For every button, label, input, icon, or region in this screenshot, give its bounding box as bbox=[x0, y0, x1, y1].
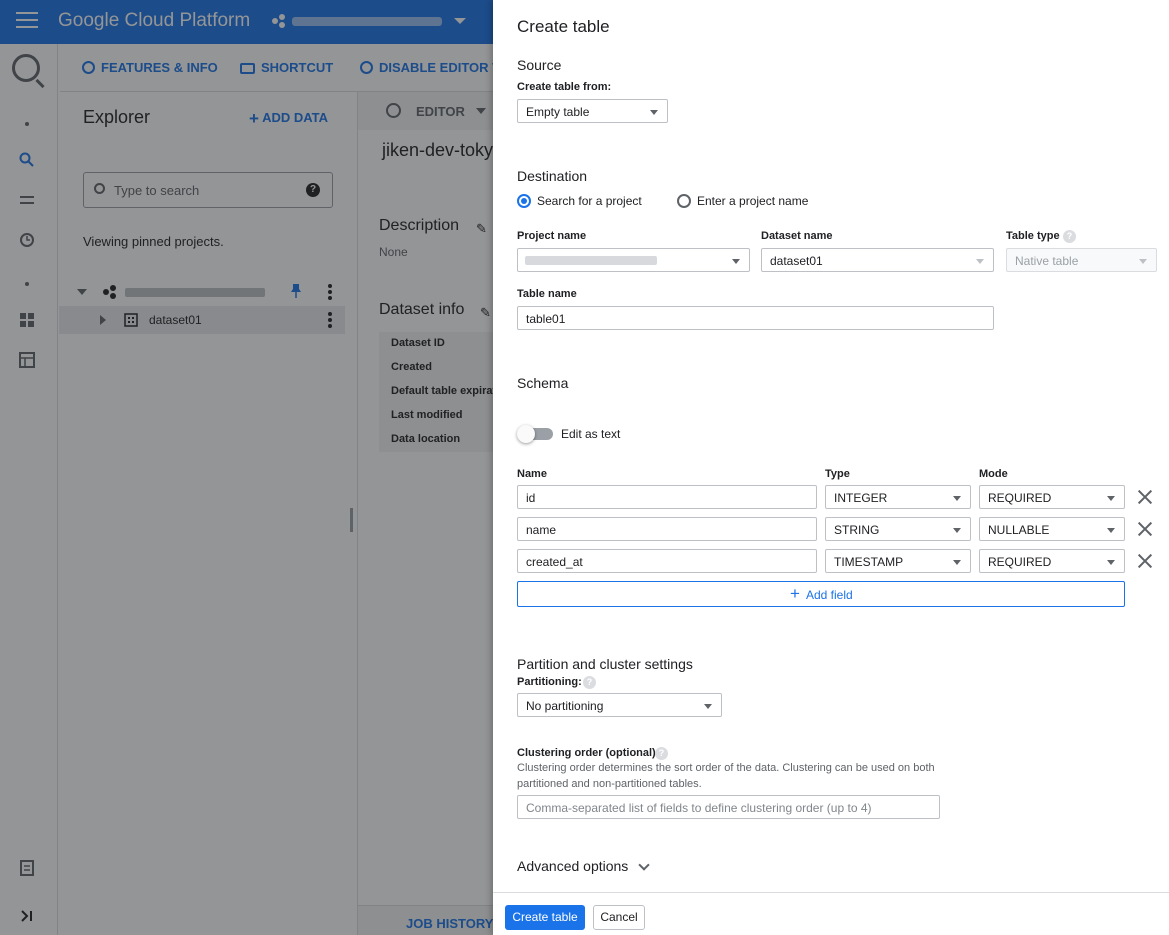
dropdown-arrow-icon bbox=[704, 704, 712, 709]
table-name-value: table01 bbox=[526, 312, 566, 326]
radio-enter-project-label[interactable]: Enter a project name bbox=[697, 194, 808, 208]
destination-heading: Destination bbox=[517, 168, 588, 184]
dropdown-arrow-icon bbox=[732, 259, 740, 264]
schema-field-type: INTEGER bbox=[834, 491, 888, 505]
radio-search-project-label[interactable]: Search for a project bbox=[537, 194, 642, 208]
chevron-down-icon[interactable] bbox=[638, 859, 650, 871]
project-name-redacted bbox=[525, 256, 657, 265]
help-icon[interactable]: ? bbox=[1063, 230, 1076, 243]
schema-col-type: Type bbox=[825, 468, 850, 480]
table-name-input[interactable]: table01 bbox=[517, 306, 994, 330]
help-icon[interactable]: ? bbox=[655, 747, 668, 760]
schema-field-name: name bbox=[526, 523, 557, 537]
add-field-label: Add field bbox=[806, 588, 853, 602]
create-table-button[interactable]: Create table bbox=[505, 905, 585, 930]
schema-field-mode: REQUIRED bbox=[988, 555, 1052, 569]
schema-col-name: Name bbox=[517, 468, 547, 480]
create-from-value: Empty table bbox=[526, 105, 590, 119]
dropdown-arrow-icon bbox=[1107, 560, 1115, 565]
create-from-label: Create table from: bbox=[517, 81, 612, 93]
table-type-label: Table type bbox=[1006, 230, 1060, 242]
dropdown-arrow-icon bbox=[976, 259, 984, 264]
dropdown-arrow-icon bbox=[650, 110, 658, 115]
project-name-label: Project name bbox=[517, 230, 587, 242]
dropdown-arrow-icon bbox=[953, 560, 961, 565]
schema-field-mode: NULLABLE bbox=[988, 523, 1050, 537]
clustering-placeholder: Comma-separated list of fields to define… bbox=[526, 801, 872, 815]
schema-field-mode-select[interactable]: NULLABLE bbox=[979, 517, 1125, 541]
dropdown-arrow-icon bbox=[953, 496, 961, 501]
schema-field-type-select[interactable]: INTEGER bbox=[825, 485, 971, 509]
drawer-footer: Create table Cancel bbox=[493, 892, 1169, 935]
dropdown-arrow-icon bbox=[1139, 259, 1147, 264]
advanced-options-label: Advanced options bbox=[517, 858, 629, 874]
add-field-button[interactable]: + Add field bbox=[517, 581, 1125, 607]
clustering-input[interactable]: Comma-separated list of fields to define… bbox=[517, 795, 940, 819]
schema-field-type: TIMESTAMP bbox=[834, 555, 904, 569]
create-table-drawer: Create table Source Create table from: E… bbox=[493, 0, 1169, 935]
schema-field-mode-select[interactable]: REQUIRED bbox=[979, 485, 1125, 509]
table-type-select: Native table bbox=[1006, 248, 1157, 272]
dropdown-arrow-icon bbox=[1107, 496, 1115, 501]
modal-scrim[interactable] bbox=[0, 0, 493, 935]
schema-field-type-select[interactable]: STRING bbox=[825, 517, 971, 541]
partitioning-select[interactable]: No partitioning bbox=[517, 693, 722, 717]
toggle-thumb bbox=[517, 425, 535, 443]
schema-field-name-input[interactable]: id bbox=[517, 485, 817, 509]
radio-search-project[interactable] bbox=[517, 194, 531, 208]
cancel-button[interactable]: Cancel bbox=[593, 905, 645, 930]
table-name-label: Table name bbox=[517, 288, 577, 300]
partitioning-value: No partitioning bbox=[526, 699, 604, 713]
drawer-title: Create table bbox=[517, 17, 610, 36]
schema-field-mode: REQUIRED bbox=[988, 491, 1052, 505]
help-icon[interactable]: ? bbox=[583, 676, 596, 689]
radio-enter-project[interactable] bbox=[677, 194, 691, 208]
schema-field-name: created_at bbox=[526, 555, 583, 569]
source-heading: Source bbox=[517, 57, 562, 73]
delete-field-close-icon[interactable] bbox=[1137, 553, 1153, 569]
plus-icon: + bbox=[790, 584, 800, 603]
create-from-select[interactable]: Empty table bbox=[517, 99, 668, 123]
schema-field-name: id bbox=[526, 491, 536, 505]
clustering-help-text: Clustering order determines the sort ord… bbox=[517, 762, 935, 790]
schema-field-name-input[interactable]: created_at bbox=[517, 549, 817, 573]
partition-heading: Partition and cluster settings bbox=[517, 656, 693, 672]
edit-as-text-toggle[interactable] bbox=[517, 424, 553, 444]
dataset-name-value: dataset01 bbox=[770, 254, 823, 268]
table-type-value: Native table bbox=[1015, 254, 1079, 268]
dataset-name-label: Dataset name bbox=[761, 230, 833, 242]
delete-field-close-icon[interactable] bbox=[1137, 489, 1153, 505]
edit-as-text-label: Edit as text bbox=[561, 427, 621, 441]
dataset-name-select[interactable]: dataset01 bbox=[761, 248, 994, 272]
delete-field-close-icon[interactable] bbox=[1137, 521, 1153, 537]
schema-heading: Schema bbox=[517, 375, 569, 391]
dropdown-arrow-icon bbox=[953, 528, 961, 533]
dropdown-arrow-icon bbox=[1107, 528, 1115, 533]
partitioning-label: Partitioning: bbox=[517, 676, 582, 688]
schema-field-type: STRING bbox=[834, 523, 880, 537]
schema-field-mode-select[interactable]: REQUIRED bbox=[979, 549, 1125, 573]
schema-field-name-input[interactable]: name bbox=[517, 517, 817, 541]
schema-field-type-select[interactable]: TIMESTAMP bbox=[825, 549, 971, 573]
advanced-options-toggle[interactable]: Advanced options bbox=[517, 858, 628, 874]
project-name-select[interactable] bbox=[517, 248, 750, 272]
schema-col-mode: Mode bbox=[979, 468, 1008, 480]
clustering-label: Clustering order (optional): bbox=[517, 747, 660, 759]
